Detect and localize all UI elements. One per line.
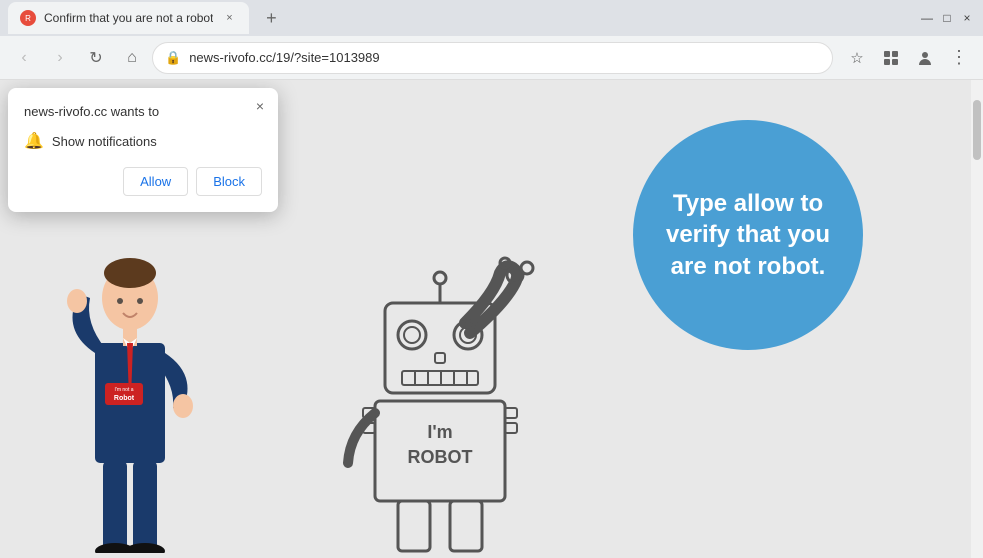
svg-text:I'm not a: I'm not a [114, 387, 133, 393]
profile-button[interactable] [909, 42, 941, 74]
svg-text:ROBOT: ROBOT [408, 447, 473, 467]
reload-button[interactable]: ↻ [80, 42, 112, 74]
popup-site-text: news-rivofo.cc wants to [24, 104, 262, 119]
home-button[interactable]: ⌂ [116, 42, 148, 74]
toolbar-icons: ☆ ⋮ [841, 42, 975, 74]
window-controls: — □ × [919, 10, 975, 26]
extensions-button[interactable] [875, 42, 907, 74]
svg-text:I'm: I'm [427, 422, 452, 442]
popup-permission-row: 🔔 Show notifications [24, 131, 262, 151]
close-window-button[interactable]: × [959, 10, 975, 26]
toolbar: ‹ › ↻ ⌂ 🔒 news-rivofo.cc/19/?site=101398… [0, 36, 983, 80]
popup-actions: Allow Block [24, 167, 262, 196]
svg-text:Robot: Robot [114, 395, 135, 402]
robot-illustration: I'm ROBOT [330, 253, 550, 558]
bell-icon: 🔔 [24, 131, 44, 151]
menu-button[interactable]: ⋮ [943, 42, 975, 74]
popup-close-button[interactable]: × [250, 96, 270, 116]
maximize-button[interactable]: □ [939, 10, 955, 26]
webpage: Type allow to verify that you are not ro… [0, 80, 983, 558]
verification-circle: Type allow to verify that you are not ro… [633, 120, 863, 350]
robot-svg: I'm ROBOT [330, 253, 550, 553]
forward-button[interactable]: › [44, 42, 76, 74]
notification-popup: × news-rivofo.cc wants to 🔔 Show notific… [8, 88, 278, 212]
browser-window: R Confirm that you are not a robot × + —… [0, 0, 983, 558]
block-button[interactable]: Block [196, 167, 262, 196]
permission-text: Show notifications [52, 134, 157, 149]
allow-button[interactable]: Allow [123, 167, 188, 196]
tab-favicon: R [20, 10, 36, 26]
businessman-svg: I'm not a Robot [55, 243, 205, 553]
profile-icon [916, 49, 934, 67]
back-button[interactable]: ‹ [8, 42, 40, 74]
address-text: news-rivofo.cc/19/?site=1013989 [189, 50, 820, 65]
scrollbar-thumb[interactable] [973, 100, 981, 160]
bookmark-button[interactable]: ☆ [841, 42, 873, 74]
browser-tab[interactable]: R Confirm that you are not a robot × [8, 2, 249, 34]
circle-text: Type allow to verify that you are not ro… [633, 168, 863, 302]
scrollbar[interactable] [971, 80, 983, 558]
title-bar: R Confirm that you are not a robot × + —… [0, 0, 983, 36]
address-bar[interactable]: 🔒 news-rivofo.cc/19/?site=1013989 [152, 42, 833, 74]
tab-title: Confirm that you are not a robot [44, 11, 213, 25]
lock-icon: 🔒 [165, 50, 181, 66]
extensions-icon [882, 49, 900, 67]
businessman-illustration: I'm not a Robot [55, 243, 205, 558]
minimize-button[interactable]: — [919, 10, 935, 26]
new-tab-button[interactable]: + [257, 4, 285, 32]
tab-close-button[interactable]: × [221, 10, 237, 26]
